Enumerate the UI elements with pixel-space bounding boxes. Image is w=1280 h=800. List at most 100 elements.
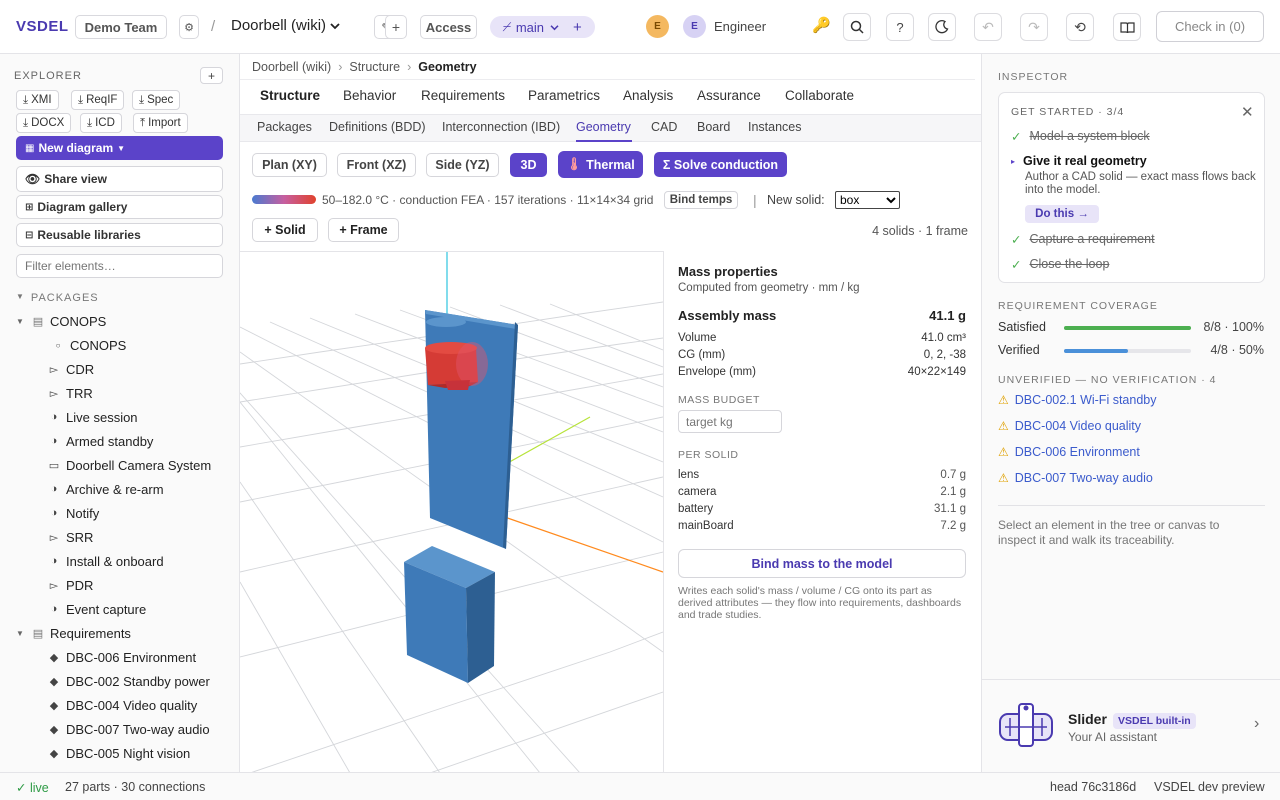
- subtab-cad[interactable]: CAD: [651, 120, 677, 134]
- tree-item[interactable]: ▻ PDR: [48, 575, 94, 595]
- tab-requirements[interactable]: Requirements: [421, 88, 505, 116]
- tree-package[interactable]: ▼ ▤ Requirements: [14, 623, 131, 643]
- view-plan-button[interactable]: Plan (XY): [252, 153, 327, 177]
- search-button[interactable]: [843, 13, 871, 41]
- 3d-viewport[interactable]: [240, 251, 663, 772]
- tree-item[interactable]: ▭ Doorbell Camera System: [48, 455, 211, 475]
- view-3d-button[interactable]: 3D: [510, 153, 547, 177]
- tree-item[interactable]: ▻ CDR: [48, 359, 94, 379]
- bind-temps-button[interactable]: Bind temps: [664, 191, 738, 209]
- unverified-requirement-link[interactable]: ⚠ DBC-006 Environment: [998, 445, 1140, 459]
- export-docx-button[interactable]: ⤓ DOCX: [16, 113, 72, 133]
- do-this-button[interactable]: Do this →: [1025, 205, 1099, 223]
- help-button[interactable]: ?: [886, 13, 914, 41]
- thermal-toggle[interactable]: 🌡 Thermal: [558, 151, 643, 178]
- tab-collaborate[interactable]: Collaborate: [785, 88, 854, 116]
- step-done[interactable]: ✓ Close the loop: [1011, 257, 1109, 272]
- tree-item[interactable]: ◆ DBC-004 Video quality: [48, 695, 198, 715]
- view-side-button[interactable]: Side (YZ): [426, 153, 499, 177]
- new-solid-select[interactable]: box: [835, 191, 900, 209]
- tree-item[interactable]: ◑ Armed standby: [48, 431, 154, 451]
- close-icon[interactable]: ✕: [1241, 103, 1254, 121]
- breadcrumb-item[interactable]: Structure: [349, 60, 400, 74]
- add-button[interactable]: +: [385, 15, 407, 39]
- branch-selector[interactable]: ⌿ main +: [490, 16, 595, 38]
- avatar[interactable]: E: [646, 15, 669, 38]
- subtab-instances[interactable]: Instances: [748, 120, 802, 134]
- mass-properties-panel: Mass properties Computed from geometry ·…: [663, 251, 981, 772]
- tree-package[interactable]: ▼ ▤ CONOPS: [14, 311, 106, 331]
- new-branch-icon[interactable]: +: [573, 19, 582, 36]
- chevron-down-icon[interactable]: ▼: [14, 317, 26, 326]
- diagram-gallery-button[interactable]: ⊞ Diagram gallery: [16, 195, 223, 219]
- tree-item[interactable]: ◑ Install & onboard: [48, 551, 164, 571]
- export-reqif-button[interactable]: ⤓ ReqIF: [71, 90, 125, 110]
- view-front-button[interactable]: Front (XZ): [337, 153, 416, 177]
- subtab-packages[interactable]: Packages: [257, 120, 312, 134]
- unverified-requirement-link[interactable]: ⚠ DBC-007 Two-way audio: [998, 471, 1153, 485]
- tree-item[interactable]: ○ CONOPS: [52, 335, 127, 355]
- battery-solid[interactable]: [404, 546, 495, 683]
- tree-item[interactable]: ◆ DBC-002 Standby power: [48, 671, 210, 691]
- tab-structure[interactable]: Structure: [260, 88, 330, 116]
- subtab-interconnection[interactable]: Interconnection (IBD): [442, 120, 560, 134]
- flag-icon: ▻: [49, 531, 59, 544]
- add-element-button[interactable]: +: [200, 67, 223, 84]
- export-icd-button[interactable]: ⤓ ICD: [80, 113, 122, 133]
- tab-parametrics[interactable]: Parametrics: [528, 88, 600, 116]
- 3d-scene[interactable]: [240, 252, 663, 772]
- export-xmi-button[interactable]: ⤓ XMI: [16, 90, 59, 110]
- tab-assurance[interactable]: Assurance: [697, 88, 761, 116]
- tree-item[interactable]: ◑ Live session: [48, 407, 138, 427]
- row-value: 31.1 g: [934, 503, 966, 515]
- export-spec-button[interactable]: ⤓ Spec: [132, 90, 181, 110]
- redo-button[interactable]: ↷: [1020, 13, 1048, 41]
- add-solid-button[interactable]: + Solid: [252, 218, 318, 242]
- tree-item[interactable]: ◑ Notify: [48, 503, 100, 523]
- share-view-button[interactable]: 👁 Share view: [16, 166, 223, 192]
- team-button[interactable]: Demo Team: [75, 15, 167, 39]
- button-label: New diagram: [38, 141, 114, 155]
- tree-item[interactable]: ◆ DBC-006 Environment: [48, 647, 196, 667]
- tree-item[interactable]: ▻ TRR: [48, 383, 93, 403]
- import-button[interactable]: ⤒ Import: [133, 113, 188, 133]
- chevron-down-icon[interactable]: ▼: [14, 629, 26, 638]
- access-button[interactable]: Access: [420, 15, 477, 39]
- new-diagram-button[interactable]: ▦ New diagram ▼: [16, 136, 223, 160]
- undo-button[interactable]: ↶: [974, 13, 1002, 41]
- tab-behavior[interactable]: Behavior: [343, 88, 396, 116]
- step-current[interactable]: ▸ Give it real geometry: [1011, 154, 1147, 168]
- unverified-requirement-link[interactable]: ⚠ DBC-002.1 Wi-Fi standby: [998, 393, 1156, 407]
- project-select[interactable]: Doorbell (wiki): [231, 17, 340, 34]
- docs-button[interactable]: [1113, 13, 1141, 41]
- user-avatar[interactable]: E: [683, 15, 706, 38]
- tree-item[interactable]: ▻ SRR: [48, 527, 94, 547]
- subtab-definitions[interactable]: Definitions (BDD): [329, 120, 426, 134]
- key-icon[interactable]: 🔑: [812, 16, 831, 34]
- tree-item[interactable]: ◑ Event capture: [48, 599, 147, 619]
- subtab-board[interactable]: Board: [697, 120, 730, 134]
- team-settings-button[interactable]: ⚙: [179, 15, 199, 39]
- filter-elements-input[interactable]: [16, 254, 223, 278]
- breadcrumb-item[interactable]: Doorbell (wiki): [252, 60, 331, 74]
- add-frame-button[interactable]: + Frame: [328, 218, 399, 242]
- history-button[interactable]: ⟲: [1066, 13, 1094, 41]
- tab-analysis[interactable]: Analysis: [623, 88, 673, 116]
- theme-toggle[interactable]: [928, 13, 956, 41]
- tree-item[interactable]: ◆ DBC-007 Two-way audio: [48, 719, 210, 739]
- bind-mass-button[interactable]: Bind mass to the model: [678, 549, 966, 578]
- mass-budget-input[interactable]: [678, 410, 782, 433]
- packages-header[interactable]: ▼ PACKAGES: [16, 292, 99, 304]
- step-done[interactable]: ✓ Model a system block: [1011, 129, 1150, 144]
- unverified-requirement-link[interactable]: ⚠ DBC-004 Video quality: [998, 419, 1141, 433]
- step-done[interactable]: ✓ Capture a requirement: [1011, 232, 1155, 247]
- tree-item[interactable]: ◑ Archive & re-arm: [48, 479, 164, 499]
- solve-conduction-button[interactable]: Σ Solve conduction: [654, 152, 787, 177]
- check-in-button[interactable]: Check in (0): [1156, 11, 1264, 42]
- reusable-libraries-button[interactable]: ⊟ Reusable libraries: [16, 223, 223, 247]
- tree-item[interactable]: ◆ DBC-005 Night vision: [48, 743, 191, 763]
- brand-logo[interactable]: VSDEL: [16, 18, 69, 35]
- subtab-geometry[interactable]: Geometry: [576, 120, 632, 142]
- chevron-right-icon[interactable]: ›: [1254, 715, 1259, 733]
- assistant-card[interactable]: Slider VSDEL built-in Your AI assistant …: [982, 679, 1280, 772]
